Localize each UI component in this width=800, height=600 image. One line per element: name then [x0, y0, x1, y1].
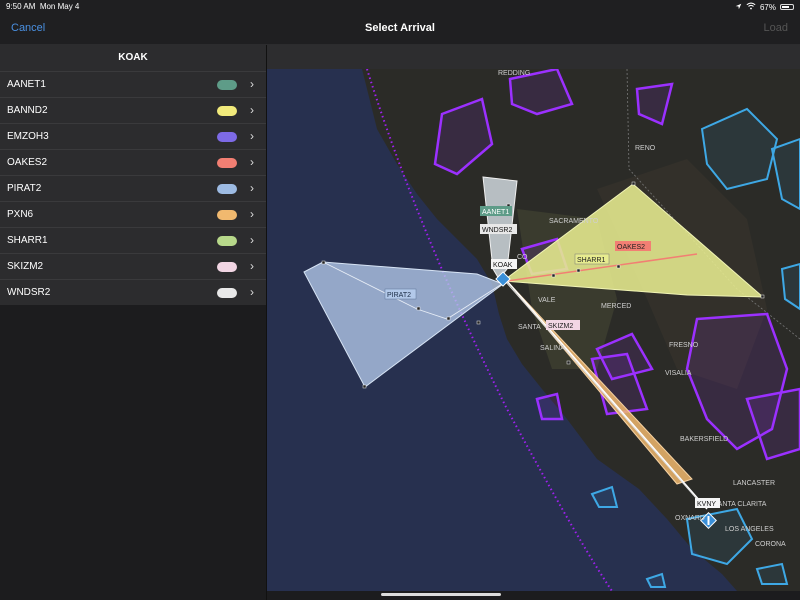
battery-level-fill: [782, 6, 789, 8]
color-swatch: [217, 236, 237, 246]
map-canvas[interactable]: REDDING RENO SACRAMENTO MERCED FRESNO VI…: [267, 69, 800, 591]
city-label-reno: RENO: [635, 145, 656, 152]
procedure-item-aanet1[interactable]: AANET1 ›: [0, 71, 266, 97]
procedure-name: PIRAT2: [7, 183, 42, 194]
koak-map-label: KOAK: [493, 262, 513, 269]
battery-percent: 67%: [759, 2, 776, 12]
battery-icon: [780, 4, 794, 10]
city-label-corona: CORONA: [755, 541, 786, 548]
status-bar: 9:50 AM Mon May 4 67%: [0, 0, 800, 14]
procedure-name: SKIZM2: [7, 261, 44, 272]
city-label-oxnard: OXNARD: [675, 515, 705, 522]
procedure-item-pxn6[interactable]: PXN6 ›: [0, 201, 266, 227]
procedure-name: WNDSR2: [7, 287, 51, 298]
chevron-right-icon: ›: [250, 129, 254, 143]
kvny-map-label: KVNY: [697, 501, 716, 508]
procedure-item-emzoh3[interactable]: EMZOH3 ›: [0, 123, 266, 149]
procedure-name: SHARR1: [7, 235, 48, 246]
color-swatch: [217, 184, 237, 194]
city-label-bakersfield: BAKERSFIELD: [680, 436, 728, 443]
color-swatch: [217, 262, 237, 272]
color-swatch: [217, 288, 237, 298]
chevron-right-icon: ›: [250, 207, 254, 221]
chevron-right-icon: ›: [250, 77, 254, 91]
sharr1-map-label: SHARR1: [577, 257, 606, 264]
oakes2-map-label: OAKES2: [617, 244, 645, 251]
airport-header: KOAK: [0, 45, 266, 71]
procedure-item-wndsr2[interactable]: WNDSR2 ›: [0, 279, 266, 305]
city-label-salina: SALINA: [540, 345, 565, 352]
city-label-redding: REDDING: [498, 70, 530, 77]
home-indicator[interactable]: [381, 593, 501, 596]
sidebar: KOAK AANET1 › BANND2 › EMZOH3 › OAKES2 › PIR…: [0, 45, 267, 600]
chevron-right-icon: ›: [250, 259, 254, 273]
procedure-item-oakes2[interactable]: OAKES2 ›: [0, 149, 266, 175]
city-label-co: CO: [517, 254, 528, 261]
wifi-icon: [746, 2, 756, 12]
wndsr2-map-label: WNDSR2: [482, 227, 512, 234]
city-label-santa-clarita: SANTA CLARITA: [713, 501, 767, 508]
pirat2-route-area: [303, 261, 505, 388]
procedure-name: OAKES2: [7, 157, 48, 168]
chevron-right-icon: ›: [250, 181, 254, 195]
city-label-vale: VALE: [538, 297, 556, 304]
color-swatch: [217, 80, 237, 90]
procedure-item-bannd2[interactable]: BANND2 ›: [0, 97, 266, 123]
procedure-item-skizm2[interactable]: SKIZM2 ›: [0, 253, 266, 279]
city-label-fresno: FRESNO: [669, 342, 699, 349]
city-label-los-angeles: LOS ANGELES: [725, 526, 774, 533]
chevron-right-icon: ›: [250, 285, 254, 299]
chevron-right-icon: ›: [250, 103, 254, 117]
aanet1-map-label: AANET1: [482, 209, 509, 216]
procedure-list: AANET1 › BANND2 › EMZOH3 › OAKES2 › PIRAT2 › …: [0, 71, 266, 305]
chevron-right-icon: ›: [250, 233, 254, 247]
map-view[interactable]: REDDING RENO SACRAMENTO MERCED FRESNO VI…: [267, 69, 800, 591]
chevron-right-icon: ›: [250, 155, 254, 169]
procedure-name: EMZOH3: [7, 131, 49, 142]
city-label-lancaster: LANCASTER: [733, 480, 775, 487]
color-swatch: [217, 210, 237, 220]
load-button[interactable]: Load: [764, 22, 788, 34]
status-time: 9:50 AM Mon May 4: [6, 2, 80, 11]
procedure-name: PXN6: [7, 209, 34, 220]
pirat2-map-label: PIRAT2: [387, 292, 411, 299]
procedure-name: AANET1: [7, 79, 46, 90]
color-swatch: [217, 106, 237, 116]
procedure-item-pirat2[interactable]: PIRAT2 ›: [0, 175, 266, 201]
skizm2-map-label: SKIZM2: [548, 323, 573, 330]
procedure-item-sharr1[interactable]: SHARR1 ›: [0, 227, 266, 253]
location-arrow-icon: [735, 3, 742, 12]
city-label-merced: MERCED: [601, 303, 631, 310]
map-toolbar-area: [267, 45, 800, 69]
procedure-name: BANND2: [7, 105, 48, 116]
color-swatch: [217, 132, 237, 142]
page-title: Select Arrival: [365, 22, 435, 34]
nav-bar: Cancel Select Arrival Load: [0, 14, 800, 45]
color-swatch: [217, 158, 237, 168]
city-label-visalia: VISALIA: [665, 370, 692, 377]
city-label-santa: SANTA: [518, 324, 541, 331]
status-right: 67%: [735, 2, 794, 12]
city-label-sacramento: SACRAMENTO: [549, 218, 599, 225]
bottom-bar: [267, 591, 800, 600]
